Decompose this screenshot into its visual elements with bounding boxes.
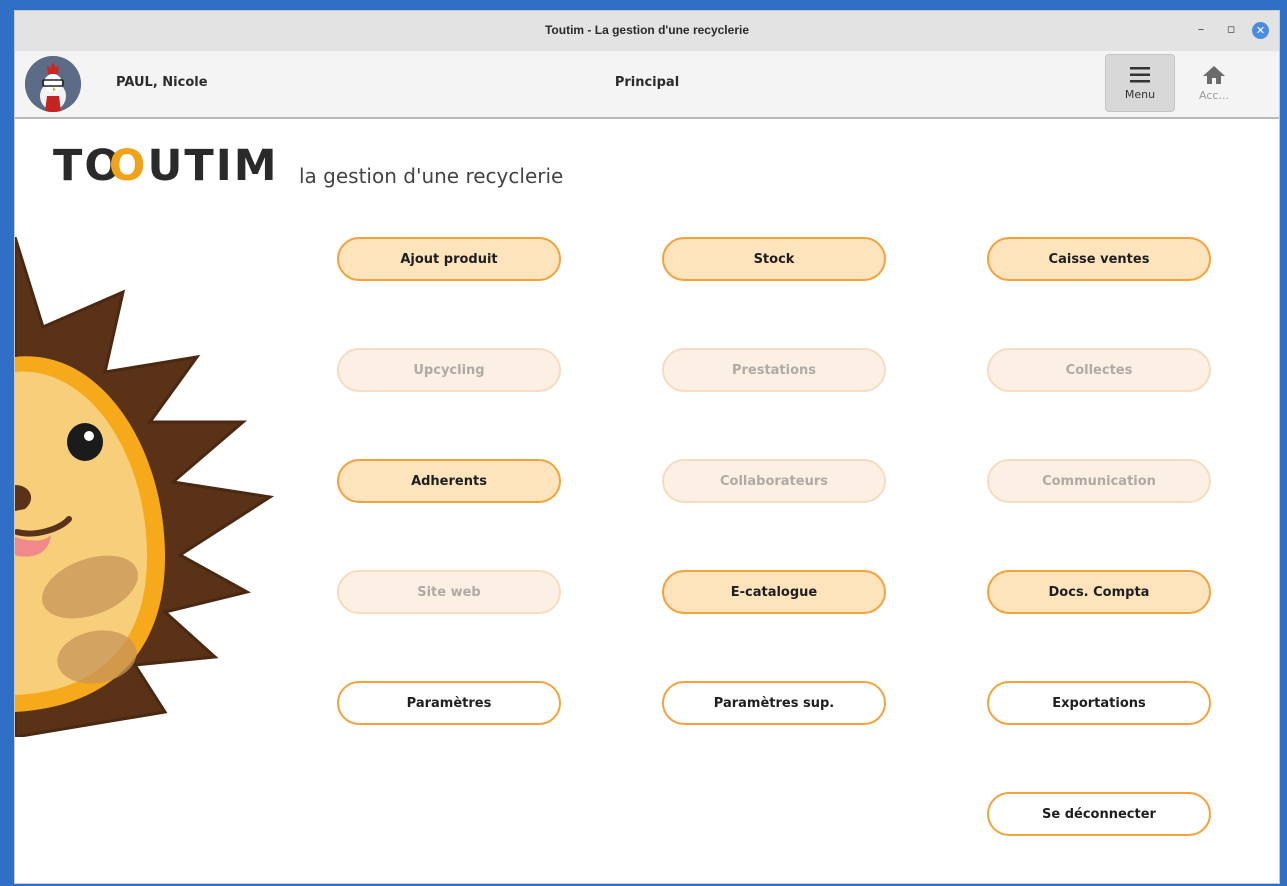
ajout-produit-button[interactable]: Ajout produit bbox=[337, 237, 561, 281]
collectes-button[interactable]: Collectes bbox=[987, 348, 1211, 392]
docs-compta-button[interactable]: Docs. Compta bbox=[987, 570, 1211, 614]
se-deconnecter-button[interactable]: Se déconnecter bbox=[987, 792, 1211, 836]
e-catalogue-button[interactable]: E-catalogue bbox=[662, 570, 886, 614]
site-web-button[interactable]: Site web bbox=[337, 570, 561, 614]
rooster-avatar-icon bbox=[25, 56, 81, 112]
app-window: Toutim - La gestion d'une recyclerie – ▫… bbox=[14, 10, 1280, 884]
adherents-button[interactable]: Adherents bbox=[337, 459, 561, 503]
main-content: TOOUTIM la gestion d'une recyclerie Ajou… bbox=[15, 119, 1279, 883]
hedgehog-mascot-icon bbox=[15, 237, 275, 737]
parametres-sup-button[interactable]: Paramètres sup. bbox=[662, 681, 886, 725]
caisse-ventes-button[interactable]: Caisse ventes bbox=[987, 237, 1211, 281]
menu-button-label: Menu bbox=[1124, 87, 1156, 101]
app-header: PAUL, Nicole Principal Menu Acc... bbox=[15, 51, 1279, 119]
logo-letters-utim: UTIM bbox=[147, 141, 279, 191]
window-title: Toutim - La gestion d'une recyclerie bbox=[544, 23, 749, 37]
collaborateurs-button[interactable]: Collaborateurs bbox=[662, 459, 886, 503]
prestations-button[interactable]: Prestations bbox=[662, 348, 886, 392]
minimize-button[interactable]: – bbox=[1192, 21, 1210, 39]
stock-button[interactable]: Stock bbox=[662, 237, 886, 281]
exportations-button[interactable]: Exportations bbox=[987, 681, 1211, 725]
close-button[interactable]: ✕ bbox=[1252, 21, 1269, 39]
home-icon bbox=[1203, 65, 1225, 84]
logo-letter-o2: O bbox=[108, 141, 148, 191]
home-button[interactable]: Acc... bbox=[1179, 54, 1249, 112]
maximize-button[interactable]: ▫ bbox=[1222, 21, 1240, 39]
hamburger-icon bbox=[1130, 66, 1150, 82]
tagline: la gestion d'une recyclerie bbox=[299, 164, 564, 188]
home-button-label: Acc... bbox=[1199, 88, 1229, 102]
user-name: PAUL, Nicole bbox=[116, 75, 208, 90]
avatar[interactable] bbox=[25, 56, 81, 112]
menu-button[interactable]: Menu bbox=[1105, 54, 1175, 112]
title-bar: Toutim - La gestion d'une recyclerie – ▫… bbox=[15, 11, 1279, 52]
parametres-button[interactable]: Paramètres bbox=[337, 681, 561, 725]
toutim-logo: TOOUTIM bbox=[53, 141, 279, 191]
logo-letter-t: T bbox=[53, 141, 85, 191]
window-controls: – ▫ ✕ bbox=[1192, 21, 1269, 39]
communication-button[interactable]: Communication bbox=[987, 459, 1211, 503]
upcycling-button[interactable]: Upcycling bbox=[337, 348, 561, 392]
